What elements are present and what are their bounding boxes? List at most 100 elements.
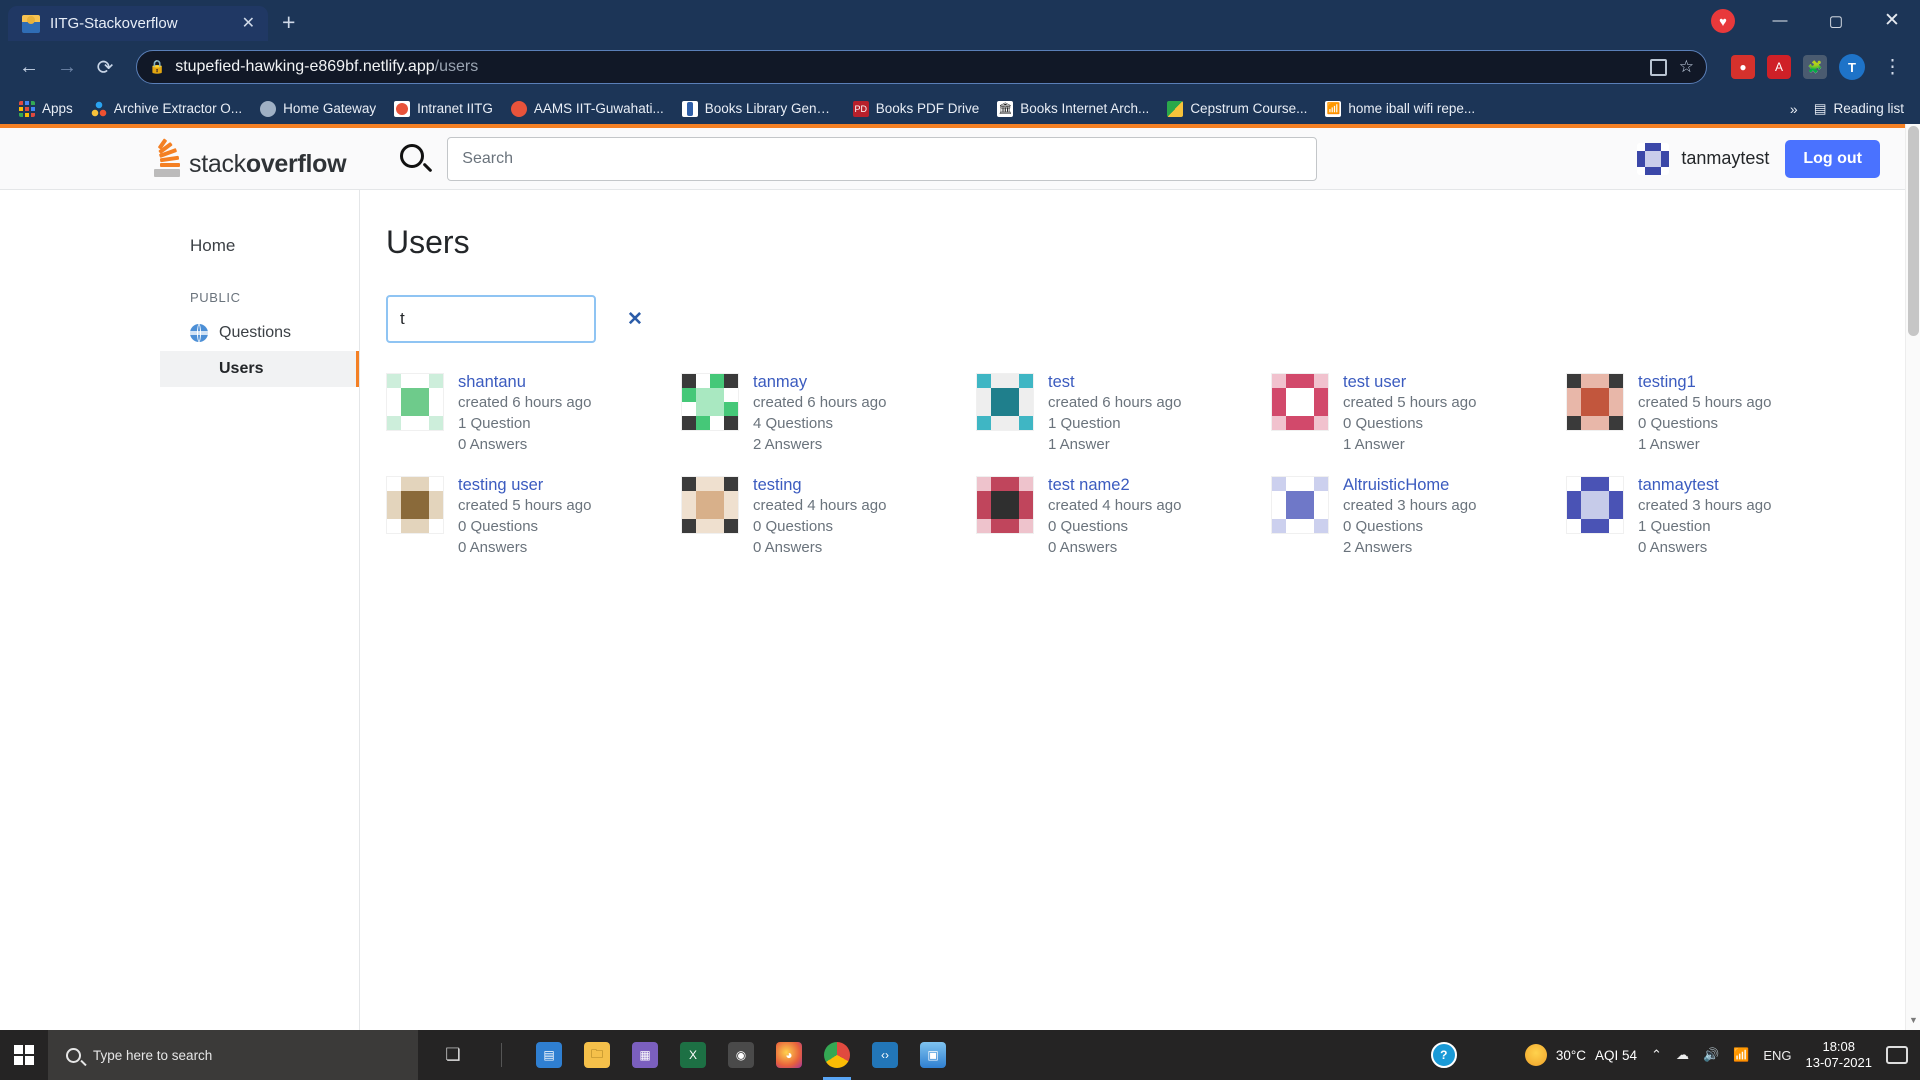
bookmarks-bar: Apps Archive Extractor O... Home Gateway… <box>0 93 1920 124</box>
bookmark-cepstrum-course[interactable]: Cepstrum Course... <box>1158 98 1316 120</box>
speaker-icon[interactable]: 🔊 <box>1703 1047 1719 1063</box>
sidebar-item-home[interactable]: Home <box>160 228 359 264</box>
logout-button[interactable]: Log out <box>1785 139 1880 178</box>
address-bar[interactable]: 🔒 stupefied-hawking-e869bf.netlify.app/u… <box>136 50 1707 84</box>
user-name-link[interactable]: test name2 <box>1048 476 1181 495</box>
user-card[interactable]: tanmaytest created 3 hours ago 1 Questio… <box>1566 476 1861 557</box>
excel-icon[interactable]: X <box>672 1030 714 1080</box>
scrollbar-thumb[interactable] <box>1908 126 1919 336</box>
tab-title: IITG-Stackoverflow <box>50 15 178 32</box>
forward-button[interactable]: → <box>50 50 84 84</box>
app-icon[interactable]: ▦ <box>624 1030 666 1080</box>
taskbar-clock[interactable]: 18:08 13-07-2021 <box>1806 1039 1873 1072</box>
globe-icon <box>190 324 208 342</box>
brave-rewards-icon[interactable]: ♥ <box>1711 9 1735 33</box>
bookmarks-overflow-icon[interactable]: » <box>1784 101 1804 117</box>
page-scrollbar[interactable]: ▲ ▼ <box>1905 124 1920 1030</box>
app-logo[interactable]: stackoverflow <box>151 137 347 177</box>
language-indicator[interactable]: ENG <box>1763 1048 1791 1063</box>
user-name-link[interactable]: testing1 <box>1638 373 1771 392</box>
vscode-icon[interactable]: ‹› <box>864 1030 906 1080</box>
weather-temp: 30°C <box>1555 1047 1587 1063</box>
user-name-link[interactable]: test user <box>1343 373 1476 392</box>
user-name-link[interactable]: shantanu <box>458 373 591 392</box>
bookmark-books-pdf-drive[interactable]: PD Books PDF Drive <box>844 98 989 120</box>
browser-menu-icon[interactable]: ⋮ <box>1877 56 1908 79</box>
user-card[interactable]: AltruisticHome created 3 hours ago 0 Que… <box>1271 476 1566 557</box>
bookmark-home-iball-wifi[interactable]: 📶 home iball wifi repe... <box>1316 98 1484 120</box>
user-card[interactable]: tanmay created 6 hours ago 4 Questions 2… <box>681 373 976 454</box>
teams-icon[interactable]: ▤ <box>528 1030 570 1080</box>
user-name-link[interactable]: test <box>1048 373 1181 392</box>
user-answers: 0 Answers <box>458 435 528 453</box>
avatar <box>1637 142 1670 175</box>
reading-list-button[interactable]: ▤ Reading list <box>1814 101 1910 117</box>
network-icon[interactable]: 📶 <box>1733 1047 1749 1063</box>
bookmark-books-internet-archive[interactable]: 🏛 Books Internet Arch... <box>988 98 1158 120</box>
weather-widget[interactable]: 30°C AQI 54 <box>1524 1044 1637 1066</box>
pdfdrive-icon: PD <box>852 100 869 117</box>
bookmark-apps[interactable]: Apps <box>10 98 82 120</box>
user-questions: 1 Question <box>458 414 531 432</box>
user-name-link[interactable]: testing <box>753 476 886 495</box>
current-user[interactable]: tanmaytest <box>1637 142 1769 175</box>
sidebar-item-label: Users <box>219 360 264 377</box>
extensions-puzzle-icon[interactable]: 🧩 <box>1803 55 1827 79</box>
user-card[interactable]: testing user created 5 hours ago 0 Quest… <box>386 476 681 557</box>
minimize-button[interactable]: — <box>1752 0 1808 41</box>
bookmark-aams[interactable]: AAMS IIT-Guwahati... <box>502 98 673 120</box>
file-explorer-icon[interactable]: 🗀 <box>576 1030 618 1080</box>
search-area: Search <box>398 136 1318 181</box>
adobe-pdf-icon[interactable]: A <box>1767 55 1791 79</box>
chrome-icon[interactable] <box>816 1030 858 1080</box>
onedrive-icon[interactable]: ☁ <box>1676 1047 1689 1063</box>
bookmark-intranet-iitg[interactable]: Intranet IITG <box>385 98 502 120</box>
user-name-link[interactable]: testing user <box>458 476 591 495</box>
extension-red-icon[interactable]: ● <box>1731 55 1755 79</box>
close-window-button[interactable]: ✕ <box>1864 0 1920 41</box>
start-button[interactable] <box>0 1030 48 1080</box>
archive-org-icon: 🏛 <box>997 100 1014 117</box>
browser-tab[interactable]: IITG-Stackoverflow ✕ <box>8 6 268 41</box>
user-name-link[interactable]: tanmaytest <box>1638 476 1771 495</box>
user-name-link[interactable]: AltruisticHome <box>1343 476 1476 495</box>
taskbar-search[interactable]: Type here to search <box>48 1030 418 1080</box>
user-card[interactable]: test created 6 hours ago 1 Question 1 An… <box>976 373 1271 454</box>
task-view-icon[interactable]: ❏ <box>432 1030 474 1080</box>
user-card[interactable]: testing1 created 5 hours ago 0 Questions… <box>1566 373 1861 454</box>
firefox-icon[interactable]: ◕ <box>768 1030 810 1080</box>
reading-list-label: Reading list <box>1833 101 1904 116</box>
photos-icon[interactable]: ▣ <box>912 1030 954 1080</box>
tray-chevron-icon[interactable]: ⌃ <box>1651 1047 1662 1063</box>
camera-icon[interactable]: ◉ <box>720 1030 762 1080</box>
user-card[interactable]: test name2 created 4 hours ago 0 Questio… <box>976 476 1271 557</box>
user-card[interactable]: shantanu created 6 hours ago 1 Question … <box>386 373 681 454</box>
maximize-button[interactable]: ▢ <box>1808 0 1864 41</box>
clear-filter-icon[interactable]: ✕ <box>621 308 643 331</box>
search-input[interactable]: Search <box>447 136 1318 181</box>
user-questions: 0 Questions <box>1343 518 1424 535</box>
sidebar-item-users[interactable]: Users <box>160 351 359 387</box>
help-icon[interactable]: ? <box>1423 1030 1465 1080</box>
star-icon[interactable]: ☆ <box>1679 57 1694 77</box>
user-card[interactable]: test user created 5 hours ago 0 Question… <box>1271 373 1566 454</box>
bookmark-archive-extractor[interactable]: Archive Extractor O... <box>82 98 251 120</box>
sidebar-item-questions[interactable]: Questions <box>160 315 359 351</box>
archive-extractor-icon <box>90 100 107 117</box>
notification-icon[interactable] <box>1886 1046 1908 1064</box>
close-tab-icon[interactable]: ✕ <box>237 14 260 34</box>
qr-code-icon[interactable] <box>1649 58 1667 76</box>
reload-button[interactable]: ⟳ <box>88 50 122 84</box>
profile-avatar[interactable]: T <box>1839 54 1865 80</box>
bookmark-home-gateway[interactable]: Home Gateway <box>251 98 385 120</box>
new-tab-button[interactable]: + <box>282 9 295 36</box>
user-name-link[interactable]: tanmay <box>753 373 886 392</box>
user-card[interactable]: testing created 4 hours ago 0 Questions … <box>681 476 976 557</box>
bookmark-books-library-genesis[interactable]: Books Library Gene... <box>673 98 844 120</box>
taskbar-divider <box>480 1030 522 1080</box>
reading-list-icon: ▤ <box>1813 100 1827 116</box>
scroll-down-icon[interactable]: ▼ <box>1906 1015 1920 1030</box>
user-filter-input[interactable] <box>400 309 621 329</box>
user-filter-box[interactable]: ✕ <box>386 295 643 343</box>
back-button[interactable]: ← <box>12 50 46 84</box>
